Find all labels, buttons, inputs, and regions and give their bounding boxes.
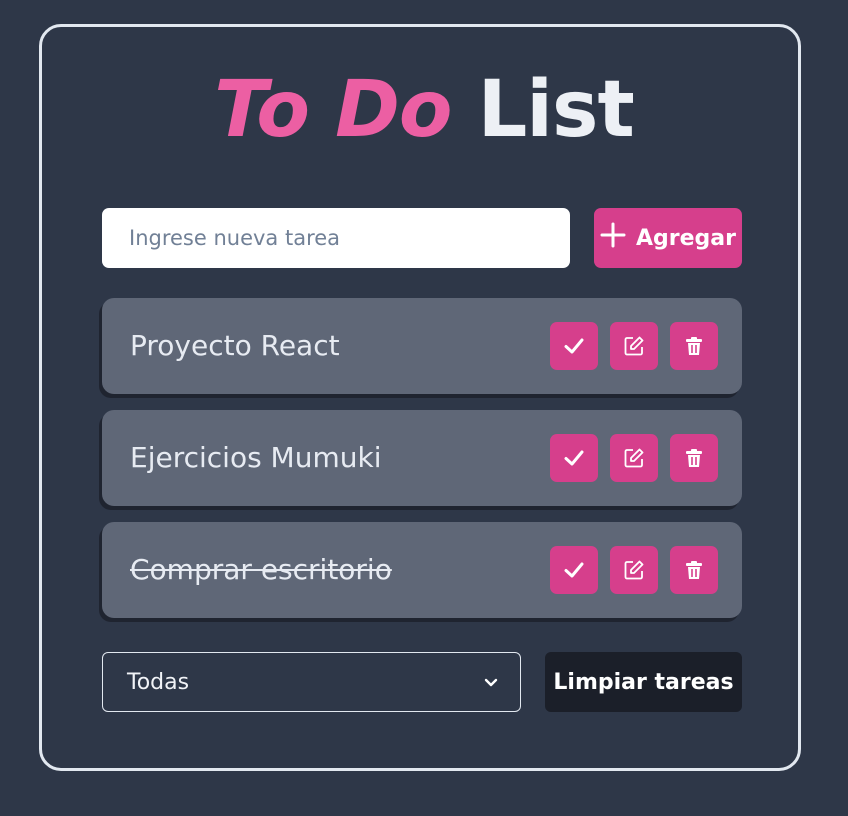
task-item: Ejercicios Mumuki — [102, 410, 742, 506]
new-task-field[interactable] — [102, 208, 570, 268]
edit-task-button[interactable] — [610, 434, 658, 482]
task-text: Ejercicios Mumuki — [130, 441, 382, 474]
delete-task-button[interactable] — [670, 434, 718, 482]
trash-icon — [686, 561, 702, 579]
check-icon — [564, 562, 584, 578]
trash-icon — [686, 449, 702, 467]
check-icon — [564, 450, 584, 466]
delete-task-button[interactable] — [670, 322, 718, 370]
plus-icon — [600, 222, 626, 254]
task-item-completed: Comprar escritorio — [102, 522, 742, 618]
task-text: Proyecto React — [130, 329, 340, 362]
complete-task-button[interactable] — [550, 546, 598, 594]
chevron-down-icon — [484, 678, 498, 687]
add-task-button[interactable]: Agregar — [594, 208, 742, 268]
page-title: To Do List — [0, 62, 848, 158]
filter-select[interactable]: Todas — [102, 652, 521, 712]
edit-icon — [624, 448, 644, 468]
task-text: Comprar escritorio — [130, 553, 392, 586]
edit-icon — [624, 560, 644, 580]
edit-task-button[interactable] — [610, 546, 658, 594]
filter-selected-value: Todas — [127, 669, 190, 695]
delete-task-button[interactable] — [670, 546, 718, 594]
new-task-input[interactable] — [127, 225, 570, 251]
complete-task-button[interactable] — [550, 322, 598, 370]
edit-icon — [624, 336, 644, 356]
complete-task-button[interactable] — [550, 434, 598, 482]
title-accent: To Do — [214, 65, 452, 155]
check-icon — [564, 338, 584, 354]
title-main: List — [477, 65, 635, 155]
add-task-label: Agregar — [636, 225, 736, 251]
clear-tasks-button[interactable]: Limpiar tareas — [545, 652, 742, 712]
task-item: Proyecto React — [102, 298, 742, 394]
edit-task-button[interactable] — [610, 322, 658, 370]
trash-icon — [686, 337, 702, 355]
